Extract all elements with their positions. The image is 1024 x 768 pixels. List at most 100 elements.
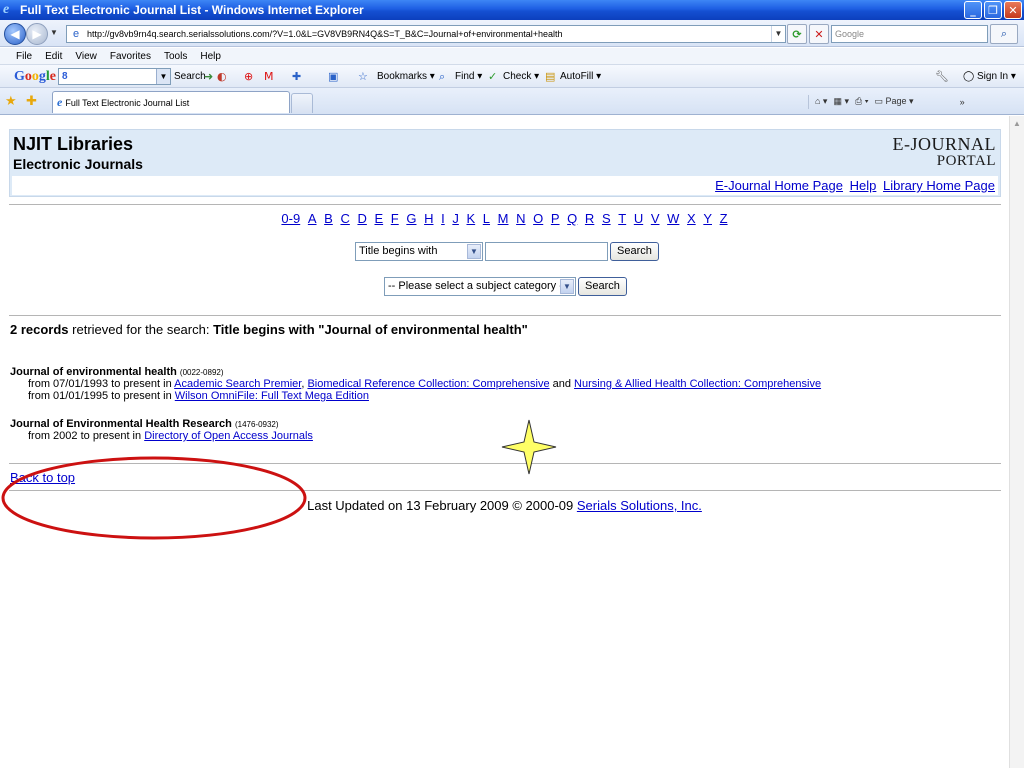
alpha-link[interactable]: G — [406, 211, 416, 226]
tab-title: Full Text Electronic Journal List — [65, 97, 190, 108]
print-icon[interactable]: ⎙ ▾ — [855, 96, 868, 107]
google-search-button[interactable]: Search — [174, 65, 206, 88]
alpha-link[interactable]: L — [483, 211, 490, 226]
add-button-icon[interactable]: ✚ — [292, 65, 301, 88]
alpha-link[interactable]: A — [308, 211, 317, 226]
help-link[interactable]: Help — [850, 178, 877, 193]
menu-file[interactable]: File — [16, 51, 32, 62]
alpha-link[interactable]: H — [424, 211, 433, 226]
url-dropdown-icon[interactable]: ▼ — [771, 26, 785, 42]
popup-blocker-icon[interactable]: ⊕ — [244, 65, 253, 88]
sign-in-button[interactable]: ◯ Sign In ▾ — [963, 65, 1016, 88]
coverage-range: from 07/01/1993 to present in — [28, 378, 175, 390]
tab-page-icon: e — [57, 95, 63, 109]
add-favorites-icon[interactable]: ✚ — [26, 93, 37, 109]
alpha-link[interactable]: Y — [703, 211, 712, 226]
subject-search-button[interactable]: Search — [578, 276, 627, 296]
alpha-link[interactable]: O — [533, 211, 543, 226]
menu-tools[interactable]: Tools — [164, 51, 187, 62]
alpha-link[interactable]: M — [498, 211, 509, 226]
google-search-dropdown-icon[interactable]: ▼ — [156, 69, 170, 84]
tab-active[interactable]: e Full Text Electronic Journal List — [52, 91, 290, 113]
alpha-link[interactable]: S — [602, 211, 611, 226]
alpha-link[interactable]: R — [585, 211, 594, 226]
alpha-link[interactable]: B — [324, 211, 333, 226]
database-link[interactable]: Nursing & Allied Health Collection: Comp… — [574, 378, 821, 390]
menu-view[interactable]: View — [75, 51, 97, 62]
serials-solutions-link[interactable]: Serials Solutions, Inc. — [577, 498, 702, 513]
database-link[interactable]: Biomedical Reference Collection: Compreh… — [307, 378, 549, 390]
title-search-type-select[interactable]: Title begins with ▼ — [355, 241, 483, 261]
scroll-up-icon[interactable]: ▲ — [1011, 117, 1023, 130]
toolbar-arrow-icon[interactable]: ➜ — [204, 65, 213, 88]
find-button[interactable]: Find ▾ — [455, 65, 482, 88]
gmail-icon[interactable]: M — [264, 65, 274, 88]
alpha-link[interactable]: W — [667, 211, 679, 226]
browser-search-button[interactable]: ⌕ — [990, 24, 1018, 44]
close-button[interactable]: ✕ — [1004, 1, 1022, 19]
coverage-line: from 2002 to present in Directory of Ope… — [28, 430, 313, 442]
alpha-link[interactable]: I — [441, 211, 445, 226]
favorites-star-icon[interactable]: ★ — [5, 93, 17, 109]
menu-edit[interactable]: Edit — [45, 51, 62, 62]
new-tab-button[interactable] — [291, 93, 313, 113]
alpha-link[interactable]: J — [452, 211, 459, 226]
alpha-link[interactable]: P — [551, 211, 560, 226]
refresh-button[interactable]: ⟳ — [787, 24, 807, 44]
command-bar: ⌂ ▾ ▦ ▾ ⎙ ▾ ▭ Page ▾ » — [808, 88, 965, 115]
database-link[interactable]: Wilson OmniFile: Full Text Mega Edition — [175, 390, 369, 402]
menu-help[interactable]: Help — [200, 51, 221, 62]
autofill-button[interactable]: AutoFill ▾ — [560, 65, 601, 88]
page-title: NJIT Libraries — [13, 134, 134, 154]
title-search-input[interactable] — [485, 241, 608, 261]
menu-favorites[interactable]: Favorites — [110, 51, 151, 62]
alpha-link[interactable]: C — [340, 211, 349, 226]
google-logo-letter: o — [31, 68, 39, 84]
menu-bar: File Edit View Favorites Tools Help — [0, 48, 1024, 65]
pagerank-icon[interactable]: ◐ — [217, 65, 227, 88]
alpha-link[interactable]: F — [391, 211, 399, 226]
google-logo[interactable]: Google — [14, 65, 56, 88]
settings-wrench-icon[interactable]: 🔧︎ — [935, 65, 949, 88]
alpha-link[interactable]: T — [618, 211, 626, 226]
back-to-top-link[interactable]: Back to top — [10, 470, 75, 485]
alpha-link[interactable]: K — [466, 211, 475, 226]
vertical-scrollbar[interactable]: ▲ — [1009, 116, 1024, 768]
title-search-button[interactable]: Search — [610, 241, 659, 261]
back-button[interactable]: ◀ — [4, 23, 26, 45]
alpha-link[interactable]: U — [634, 211, 643, 226]
find-icon: ⌕ — [439, 69, 446, 83]
google-search-input[interactable]: 8 ▼ — [58, 68, 171, 85]
bookmarks-label: Bookmarks — [377, 71, 428, 82]
alpha-link[interactable]: V — [651, 211, 660, 226]
alpha-link[interactable]: X — [687, 211, 696, 226]
database-link[interactable]: Academic Search Premier — [174, 378, 301, 390]
recent-pages-dropdown-icon[interactable]: ▼ — [50, 28, 58, 37]
google-search-label: Search — [174, 71, 206, 82]
alpha-link[interactable]: Z — [720, 211, 728, 226]
url-field[interactable]: e http://gv8vb9rn4q.search.serialssoluti… — [66, 25, 786, 43]
bookmarks-button[interactable]: Bookmarks ▾ — [377, 65, 435, 88]
ejournal-home-link[interactable]: E-Journal Home Page — [715, 178, 843, 193]
database-link[interactable]: Directory of Open Access Journals — [144, 430, 313, 442]
alpha-link[interactable]: E — [374, 211, 383, 226]
browser-search-input[interactable]: Google — [831, 25, 988, 43]
home-icon[interactable]: ⌂ ▾ — [815, 96, 827, 107]
stop-button[interactable]: ✕ — [809, 24, 829, 44]
forward-button[interactable]: ▶ — [26, 23, 48, 45]
alpha-link[interactable]: 0-9 — [281, 211, 300, 226]
share-icon[interactable]: ▣ — [328, 65, 338, 88]
minimize-button[interactable]: _ — [964, 1, 982, 19]
subject-category-select[interactable]: -- Please select a subject category -- ▼ — [384, 276, 576, 296]
library-home-link[interactable]: Library Home Page — [883, 178, 995, 193]
alpha-link[interactable]: D — [357, 211, 366, 226]
alpha-link[interactable]: Q — [567, 211, 577, 226]
journal-issn: (0022-0892) — [179, 368, 224, 377]
alpha-link[interactable]: N — [516, 211, 525, 226]
page-menu-button[interactable]: ▭ Page ▾ — [874, 96, 913, 107]
google-logo-letter: G — [14, 68, 25, 84]
maximize-button[interactable]: ❐ — [984, 1, 1002, 19]
feeds-icon[interactable]: ▦ ▾ — [833, 96, 849, 107]
check-button[interactable]: Check ▾ — [503, 65, 539, 88]
toolbar-overflow-icon[interactable]: » — [960, 97, 965, 107]
